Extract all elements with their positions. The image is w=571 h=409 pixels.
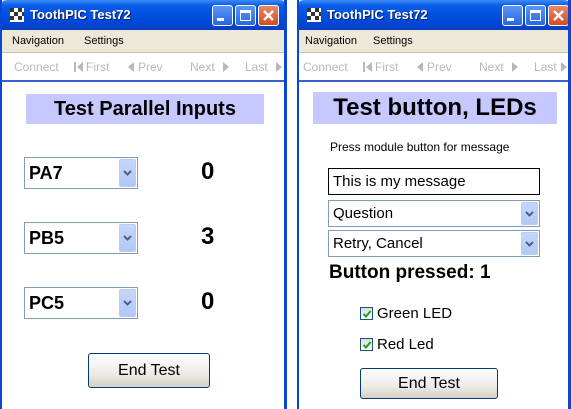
port-select-pc5[interactable]: PC5 (24, 287, 138, 319)
menu-bar: Navigation Settings (299, 30, 568, 53)
close-icon (553, 10, 564, 21)
icon-select-value: Question (333, 205, 394, 222)
app-flag-icon (307, 8, 321, 22)
close-button[interactable] (548, 5, 568, 26)
next-button[interactable]: Next (479, 60, 504, 74)
menu-navigation[interactable]: Navigation (305, 35, 357, 47)
window-title: ToothPIC Test72 (30, 7, 131, 22)
prev-icon (128, 62, 134, 72)
window-title: ToothPIC Test72 (327, 7, 428, 22)
input-value-pa7: 0 (201, 158, 215, 185)
last-icon (276, 62, 282, 72)
checkmark-icon (362, 310, 372, 318)
prev-icon (417, 62, 423, 72)
red-led-label: Red Led (377, 336, 434, 353)
menu-bar: Navigation Settings (2, 30, 284, 53)
checkmark-icon (362, 341, 372, 349)
chevron-down-icon (123, 170, 132, 176)
port-select-value: PC5 (29, 293, 65, 313)
minimize-icon (217, 18, 224, 21)
dropdown-button[interactable] (521, 202, 538, 225)
port-select-value: PA7 (29, 163, 63, 183)
maximize-button[interactable] (525, 5, 546, 26)
connect-button[interactable]: Connect (303, 60, 348, 74)
prev-button[interactable]: Prev (427, 60, 452, 74)
menu-navigation[interactable]: Navigation (12, 35, 64, 47)
red-led-checkbox[interactable] (360, 338, 373, 351)
prev-button[interactable]: Prev (138, 60, 163, 74)
buttons-select[interactable]: Retry, Cancel (328, 230, 540, 257)
maximize-icon (240, 10, 251, 21)
dropdown-button[interactable] (119, 224, 136, 252)
chevron-down-icon (525, 210, 534, 217)
right-window: ToothPIC Test72 Navigation Settings Conn… (297, 0, 571, 409)
next-button[interactable]: Next (190, 60, 215, 74)
maximize-icon (530, 10, 541, 21)
minimize-icon (507, 18, 514, 21)
first-button[interactable]: First (375, 60, 398, 74)
next-icon (512, 62, 518, 72)
menu-settings[interactable]: Settings (373, 35, 413, 47)
end-test-button[interactable]: End Test (88, 353, 210, 388)
button-pressed-status: Button pressed: 1 (329, 262, 491, 283)
green-led-label: Green LED (377, 305, 453, 322)
last-button[interactable]: Last (534, 60, 557, 74)
app-flag-icon (10, 8, 24, 22)
dropdown-button[interactable] (521, 232, 538, 255)
page-title: Test Parallel Inputs (26, 94, 264, 124)
connect-button[interactable]: Connect (14, 60, 59, 74)
title-bar[interactable]: ToothPIC Test72 (2, 0, 284, 30)
green-led-checkbox[interactable] (360, 307, 373, 320)
icon-select[interactable]: Question (328, 200, 540, 227)
next-icon (223, 62, 229, 72)
chevron-down-icon (123, 235, 132, 241)
first-icon (363, 62, 372, 72)
toolbar: Connect First Prev Next Last (299, 53, 568, 82)
instruction-text: Press module button for message (330, 140, 510, 154)
close-button[interactable] (258, 5, 279, 26)
last-button[interactable]: Last (245, 60, 268, 74)
minimize-button[interactable] (502, 5, 523, 26)
dropdown-button[interactable] (119, 289, 136, 317)
minimize-button[interactable] (212, 5, 233, 26)
dropdown-button[interactable] (119, 159, 136, 187)
first-button[interactable]: First (86, 60, 109, 74)
title-bar[interactable]: ToothPIC Test72 (299, 0, 568, 30)
toolbar: Connect First Prev Next Last (2, 53, 284, 82)
input-value-pb5: 3 (201, 223, 215, 250)
input-value-pc5: 0 (201, 288, 215, 315)
end-test-button[interactable]: End Test (360, 368, 498, 399)
port-select-value: PB5 (29, 228, 65, 248)
chevron-down-icon (525, 240, 534, 247)
menu-settings[interactable]: Settings (84, 35, 124, 47)
message-input[interactable]: This is my message (328, 168, 540, 195)
buttons-select-value: Retry, Cancel (333, 235, 423, 252)
maximize-button[interactable] (235, 5, 256, 26)
last-icon (561, 62, 567, 72)
port-select-pa7[interactable]: PA7 (24, 157, 138, 189)
chevron-down-icon (123, 300, 132, 306)
first-icon (74, 62, 83, 72)
close-icon (263, 10, 274, 21)
page-title: Test button, LEDs (313, 92, 557, 124)
port-select-pb5[interactable]: PB5 (24, 222, 138, 254)
left-window: ToothPIC Test72 Navigation Settings Conn… (0, 0, 287, 409)
